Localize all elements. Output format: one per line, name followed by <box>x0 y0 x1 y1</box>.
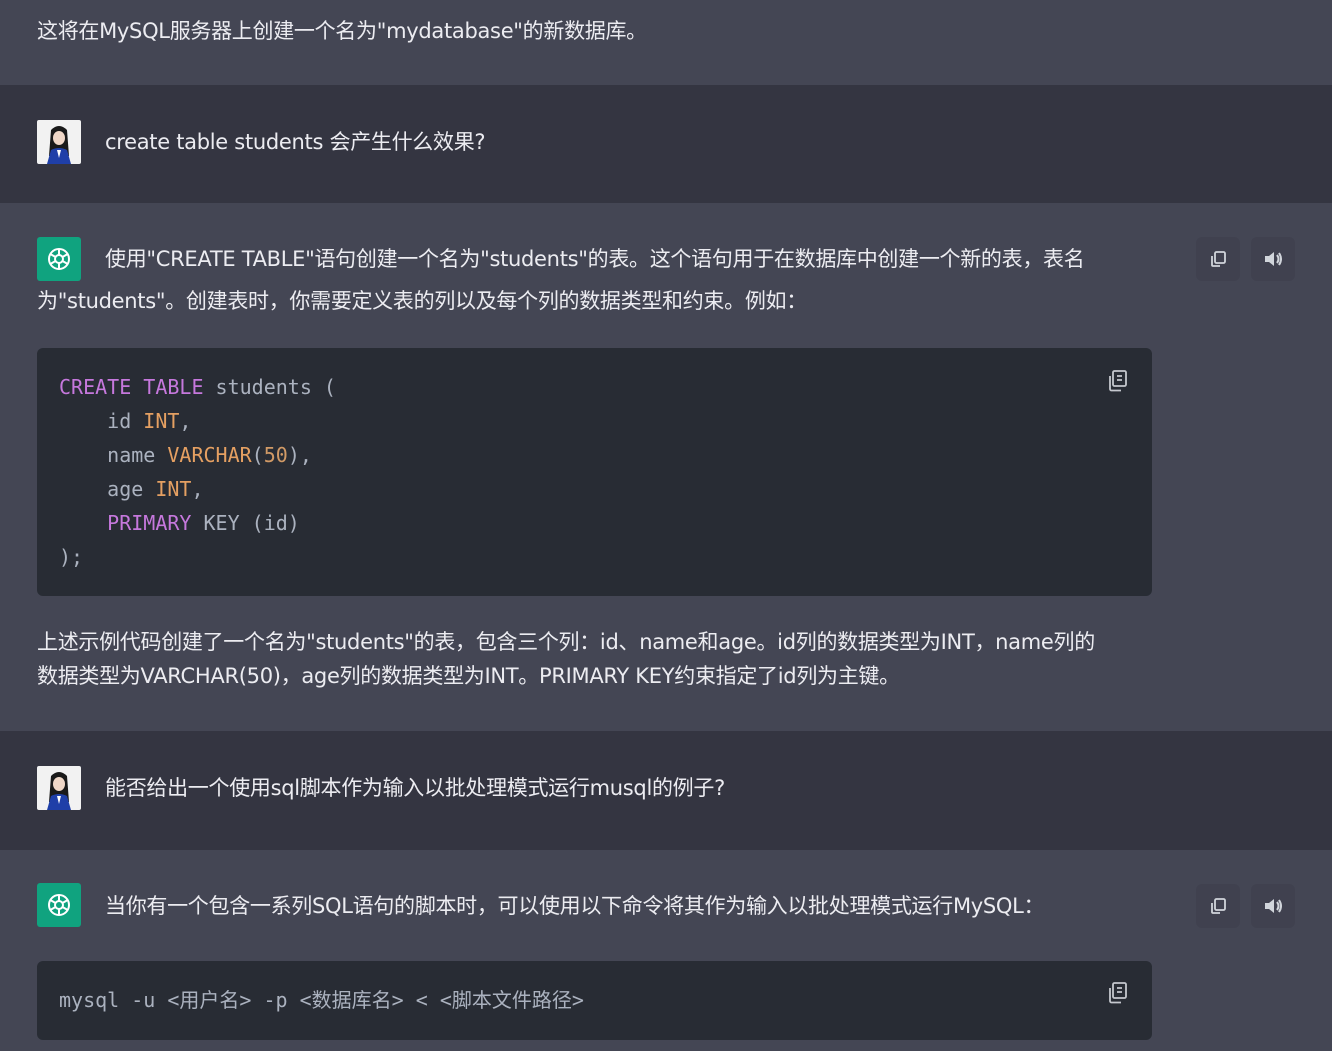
assistant-message: 使用"CREATE TABLE"语句创建一个名为"students"的表。这个语… <box>0 203 1332 731</box>
code-content: mysql -u <用户名> -p <数据库名> < <脚本文件路径> <box>59 988 584 1012</box>
message-text: 能否给出一个使用sql脚本作为输入以批处理模式运行musql的例子? <box>105 776 725 800</box>
clipboard-icon <box>1109 982 1127 1004</box>
message-text-line: 为"students"。创建表时，你需要定义表的列以及每个列的数据类型和约束。例… <box>37 289 807 313</box>
code-block: CREATE TABLE students ( id INT, name VAR… <box>37 348 1152 596</box>
read-aloud-button[interactable] <box>1251 237 1295 281</box>
code-text: ), <box>287 443 312 467</box>
code-text: , <box>191 477 204 501</box>
code-text: students ( <box>203 375 336 399</box>
speaker-icon <box>1265 252 1282 266</box>
copy-code-button[interactable] <box>1104 979 1132 1007</box>
code-content: CREATE TABLE students ( id INT, name VAR… <box>59 370 336 574</box>
message-text-line: 使用"CREATE TABLE"语句创建一个名为"students"的表。这个语… <box>105 247 1085 271</box>
speaker-icon <box>1265 899 1282 913</box>
message-text: 当你有一个包含一系列SQL语句的脚本时，可以使用以下命令将其作为输入以批处理模式… <box>105 894 1045 918</box>
message-paragraph: 数据类型为VARCHAR(50)，age列的数据类型为INT。PRIMARY K… <box>37 664 900 688</box>
code-number: 50 <box>263 443 288 467</box>
code-text: id <box>59 409 144 433</box>
read-aloud-button[interactable] <box>1251 884 1295 928</box>
code-type: INT <box>143 409 180 433</box>
code-text: ( <box>251 443 264 467</box>
openai-logo-icon <box>37 883 81 927</box>
user-message: 能否给出一个使用sql脚本作为输入以批处理模式运行musql的例子? <box>0 731 1332 850</box>
assistant-message: 当你有一个包含一系列SQL语句的脚本时，可以使用以下命令将其作为输入以批处理模式… <box>0 850 1332 1051</box>
code-text: name <box>59 443 168 467</box>
copy-button[interactable] <box>1196 237 1240 281</box>
code-text: , <box>179 409 192 433</box>
message-text: 这将在MySQL服务器上创建一个名为"mydatabase"的新数据库。 <box>37 19 647 43</box>
copy-button[interactable] <box>1196 884 1240 928</box>
user-avatar <box>37 120 81 164</box>
copy-code-button[interactable] <box>1104 367 1132 395</box>
clipboard-icon <box>1109 370 1127 392</box>
code-type: INT <box>155 477 192 501</box>
code-text: KEY (id) <box>191 511 300 535</box>
code-text: age <box>59 477 156 501</box>
assistant-message: 这将在MySQL服务器上创建一个名为"mydatabase"的新数据库。 <box>0 0 1332 85</box>
copy-icon <box>1211 251 1226 267</box>
message-text: create table students 会产生什么效果? <box>105 130 486 154</box>
code-keyword: PRIMARY <box>59 511 192 535</box>
user-avatar <box>37 766 81 810</box>
code-keyword: TABLE <box>143 375 204 399</box>
code-text: ); <box>59 545 84 569</box>
code-keyword: CREATE <box>59 375 132 399</box>
message-paragraph: 上述示例代码创建了一个名为"students"的表，包含三个列：id、name和… <box>37 630 1095 654</box>
openai-logo-icon <box>37 237 81 281</box>
code-type: VARCHAR <box>167 443 252 467</box>
copy-icon <box>1211 898 1226 914</box>
user-message: create table students 会产生什么效果? <box>0 85 1332 203</box>
code-block: mysql -u <用户名> -p <数据库名> < <脚本文件路径> <box>37 961 1152 1040</box>
